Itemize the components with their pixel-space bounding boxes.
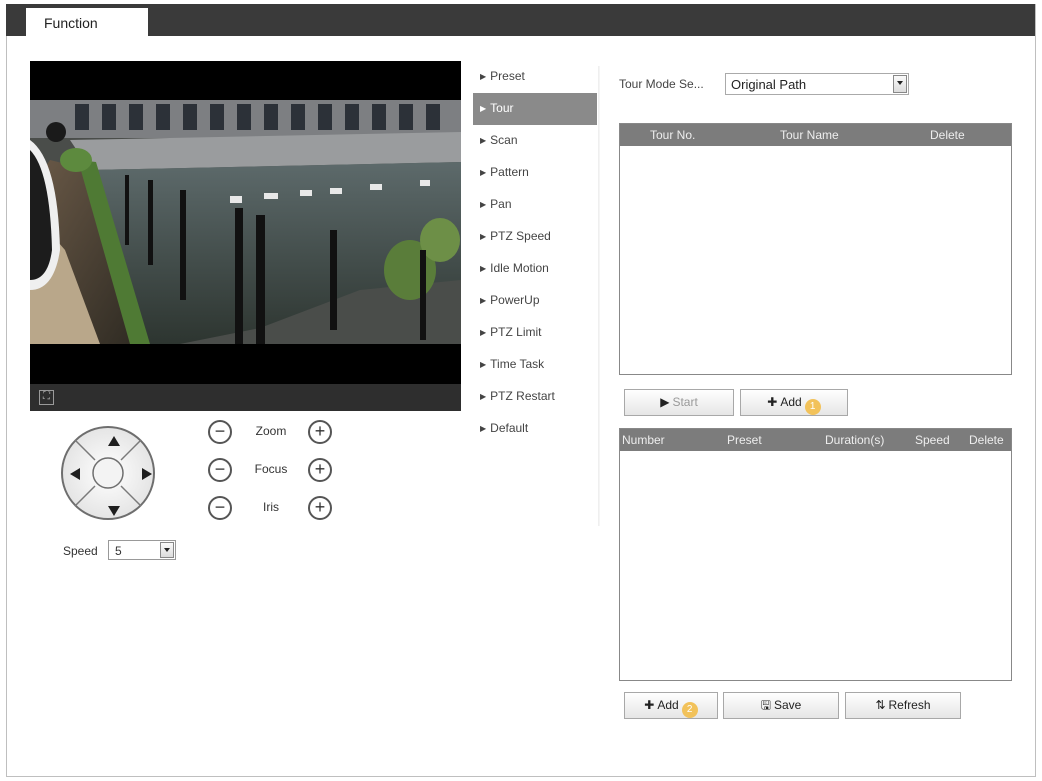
menu-item-time-task[interactable]: ▶ Time Task (473, 349, 597, 381)
camera-image (30, 100, 461, 344)
chevron-right-icon: ▶ (480, 168, 487, 177)
chevron-right-icon: ▶ (480, 360, 487, 369)
refresh-icon: ⇅ (875, 698, 886, 712)
focus-label: Focus (254, 462, 288, 476)
zoom-in-button[interactable]: + (308, 420, 332, 444)
menu-item-label: PTZ Speed (490, 229, 551, 243)
chevron-down-icon[interactable] (160, 542, 174, 558)
zoom-label: Zoom (255, 424, 287, 438)
menu-item-ptz-limit[interactable]: ▶ PTZ Limit (473, 317, 597, 349)
column-speed: Speed (915, 433, 950, 447)
function-menu: ▶ Preset ▶ Tour ▶ Scan ▶ Pattern ▶ Pan ▶ PTZ Speed ▶… (473, 61, 597, 445)
chevron-right-icon: ▶ (480, 392, 487, 401)
menu-item-powerup[interactable]: ▶ PowerUp (473, 285, 597, 317)
chevron-right-icon: ▶ (480, 264, 487, 273)
video-toolbar: ⛶ (30, 384, 461, 411)
iris-control: − Iris + (208, 496, 334, 520)
speed-select[interactable]: 5 (108, 540, 176, 560)
tour-mode-select[interactable]: Original Path (725, 73, 909, 95)
column-duration: Duration(s) (825, 433, 885, 447)
focus-near-button[interactable]: − (208, 458, 232, 482)
plus-icon: ✚ (644, 698, 655, 712)
iris-close-button[interactable]: − (208, 496, 232, 520)
menu-divider (598, 66, 600, 526)
menu-item-label: Default (490, 421, 529, 435)
floppy-disk-icon: 🖫 (760, 698, 771, 712)
menu-item-scan[interactable]: ▶ Scan (473, 125, 597, 157)
tour-mode-value: Original Path (731, 77, 807, 92)
save-label: Save (773, 698, 802, 712)
start-button[interactable]: ▶ Start (624, 389, 734, 416)
focus-far-button[interactable]: + (308, 458, 332, 482)
speed-label: Speed (63, 544, 98, 558)
pan-right-icon[interactable] (140, 466, 154, 482)
menu-item-idle-motion[interactable]: ▶ Idle Motion (473, 253, 597, 285)
tour-table-header: Tour No. Tour Name Delete (620, 124, 1011, 146)
tour-table: Tour No. Tour Name Delete (619, 123, 1012, 375)
add-preset-label: Add (657, 698, 679, 712)
pan-left-icon[interactable] (68, 466, 82, 482)
callout-badge: 1 (804, 399, 821, 415)
play-icon: ▶ (660, 395, 670, 409)
tab-function[interactable]: Function (26, 8, 148, 40)
menu-item-ptz-speed[interactable]: ▶ PTZ Speed (473, 221, 597, 253)
menu-item-tour[interactable]: ▶ Tour (473, 93, 597, 125)
menu-item-label: Pan (490, 197, 512, 211)
speed-value: 5 (115, 544, 122, 558)
pan-down-icon[interactable] (106, 504, 122, 518)
menu-item-pattern[interactable]: ▶ Pattern (473, 157, 597, 189)
refresh-button[interactable]: ⇅ Refresh (845, 692, 961, 719)
pan-up-icon[interactable] (106, 434, 122, 448)
chevron-right-icon: ▶ (480, 424, 487, 433)
chevron-right-icon: ▶ (480, 104, 487, 113)
column-delete: Delete (969, 433, 1004, 447)
menu-item-pan[interactable]: ▶ Pan (473, 189, 597, 221)
column-tour-no: Tour No. (650, 128, 696, 142)
menu-item-label: Idle Motion (490, 261, 549, 275)
column-number: Number (622, 433, 665, 447)
save-button[interactable]: 🖫 Save (723, 692, 839, 719)
live-video[interactable]: ⛶ (30, 61, 461, 411)
start-label: Start (672, 395, 698, 409)
chevron-down-icon[interactable] (893, 75, 907, 93)
plus-icon: ✚ (767, 395, 778, 409)
menu-item-label: Preset (490, 69, 525, 83)
column-preset: Preset (727, 433, 762, 447)
fullscreen-icon[interactable]: ⛶ (39, 390, 54, 405)
iris-open-button[interactable]: + (308, 496, 332, 520)
add-preset-button[interactable]: ✚ Add 2 (624, 692, 718, 719)
add-tour-button[interactable]: ✚ Add 1 (740, 389, 848, 416)
chevron-right-icon: ▶ (480, 296, 487, 305)
chevron-right-icon: ▶ (480, 72, 487, 81)
zoom-control: − Zoom + (208, 420, 334, 444)
menu-item-label: Scan (490, 133, 518, 147)
menu-item-label: PTZ Limit (490, 325, 542, 339)
menu-item-label: Time Task (490, 357, 545, 371)
menu-item-default[interactable]: ▶ Default (473, 413, 597, 445)
tab-bar: Function (6, 4, 1035, 40)
tour-mode-label: Tour Mode Se... (619, 77, 704, 91)
iris-label: Iris (263, 500, 279, 514)
menu-item-ptz-restart[interactable]: ▶ PTZ Restart (473, 381, 597, 413)
chevron-right-icon: ▶ (480, 328, 487, 337)
chevron-right-icon: ▶ (480, 232, 487, 241)
focus-control: − Focus + (208, 458, 334, 482)
refresh-label: Refresh (888, 698, 931, 712)
menu-item-label: Tour (490, 101, 514, 115)
preset-table-header: Number Preset Duration(s) Speed Delete (620, 429, 1011, 451)
chevron-right-icon: ▶ (480, 200, 487, 209)
menu-item-label: Pattern (490, 165, 529, 179)
preset-table: Number Preset Duration(s) Speed Delete (619, 428, 1012, 681)
menu-item-preset[interactable]: ▶ Preset (473, 61, 597, 93)
add-tour-label: Add (780, 395, 802, 409)
zoom-out-button[interactable]: − (208, 420, 232, 444)
callout-badge: 2 (681, 702, 698, 718)
menu-item-label: PTZ Restart (490, 389, 555, 403)
menu-item-label: PowerUp (490, 293, 540, 307)
chevron-right-icon: ▶ (480, 136, 487, 145)
column-tour-name: Tour Name (780, 128, 839, 142)
column-delete: Delete (930, 128, 965, 142)
